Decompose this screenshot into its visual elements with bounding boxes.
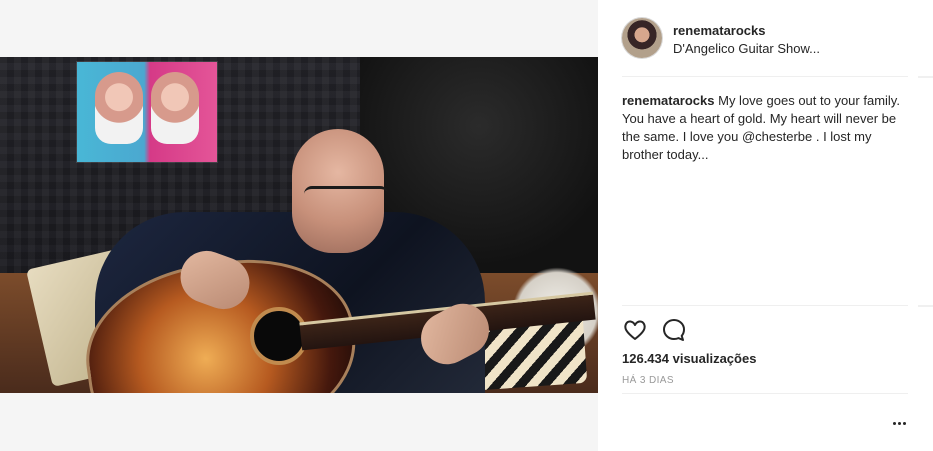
guitar-soundhole [250,307,308,365]
glasses [304,186,388,206]
like-button[interactable] [622,317,648,343]
username-link[interactable]: renematarocks [673,23,766,38]
post-actions [622,317,722,343]
post-caption: renematarocks My love goes out to your f… [622,92,900,164]
speech-bubble-icon [663,319,685,341]
more-options-icon [903,422,906,425]
bottom-divider [622,393,908,394]
user-avatar[interactable] [622,18,662,58]
pop-art-painting [77,62,217,162]
post-time[interactable]: HÁ 3 DIAS [622,375,674,386]
more-options-icon [893,422,896,425]
post-sidebar: renematarocks D'Angelico Guitar Show... … [598,0,933,451]
location-link[interactable]: D'Angelico Guitar Show... [673,41,820,56]
post-media-area [0,0,598,451]
header-divider [622,76,908,77]
caption-username-link[interactable]: renematarocks [622,93,715,108]
more-options-button[interactable] [891,418,909,430]
scroll-marker-actions [918,305,933,307]
scroll-marker-top [918,76,933,78]
more-options-icon [898,422,901,425]
post-header: renematarocks D'Angelico Guitar Show... [622,18,908,62]
post-video[interactable] [0,57,598,393]
heart-outline-icon [624,320,646,340]
view-count: 126.434 visualizações [622,351,757,366]
comment-button[interactable] [661,317,687,343]
actions-divider [622,305,908,306]
